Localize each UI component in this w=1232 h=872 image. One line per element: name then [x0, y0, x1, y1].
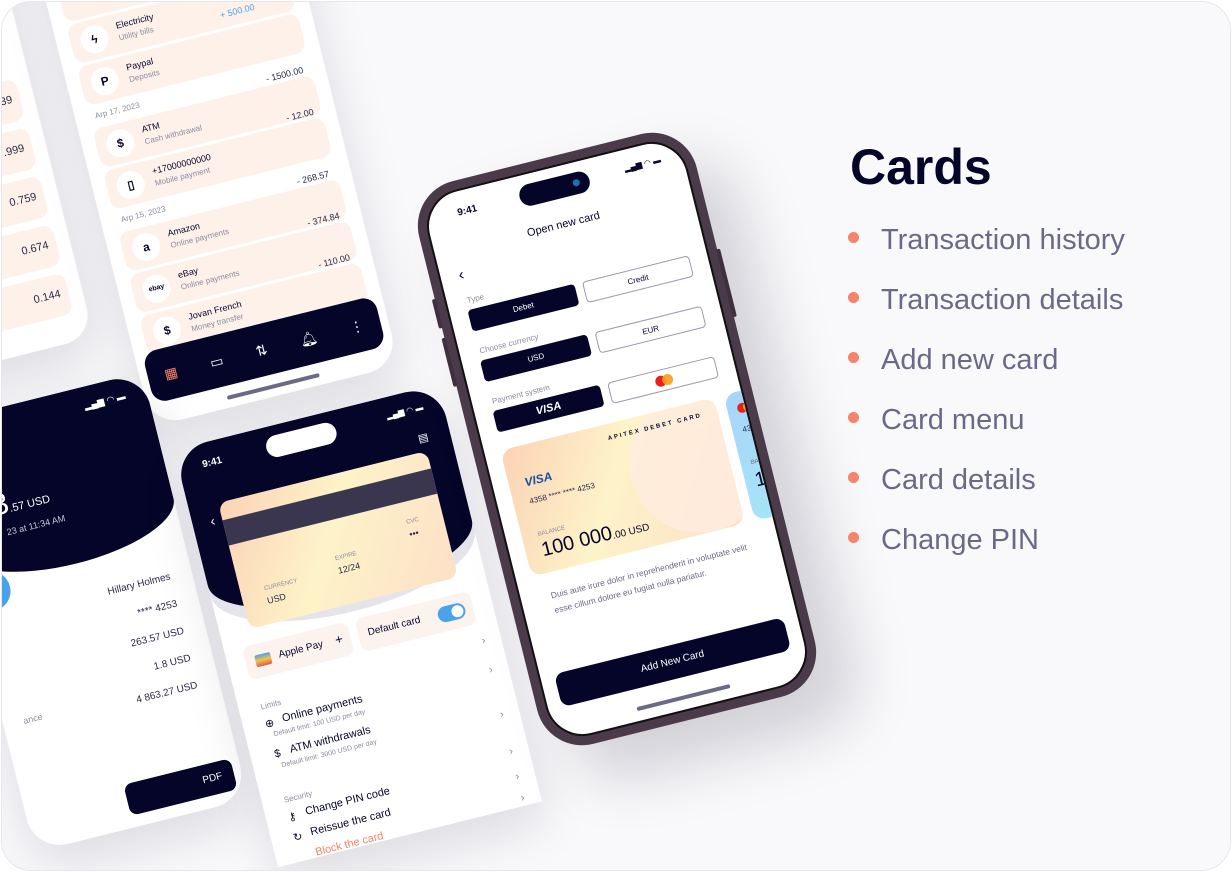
apple-pay-label: Apple Pay — [277, 638, 325, 661]
visa-logo: VISA — [523, 469, 554, 490]
balance: 4 863.27 USD — [135, 680, 199, 706]
chevron-right-icon: › — [514, 770, 521, 783]
rate-value: 39 — [1, 93, 14, 109]
card-balance: 100 000.00 USD — [539, 521, 651, 562]
card-balance: 10 — [752, 464, 780, 492]
bullet-icon — [848, 531, 859, 543]
add-new-card-button[interactable]: Add New Card — [554, 617, 792, 708]
phone-icon: ▯ — [113, 167, 148, 202]
date-header: Arp 15, 2023 — [119, 204, 167, 225]
chevron-right-icon: › — [487, 663, 495, 677]
feature-item: Transaction history — [848, 224, 1125, 257]
type-debet-button[interactable]: Debet — [467, 283, 580, 332]
dynamic-island — [516, 169, 593, 209]
item-amount: - 1500.00 — [264, 64, 305, 84]
bullet-icon — [848, 471, 859, 483]
balance-label: BALAN — [750, 455, 771, 467]
feature-item: Card menu — [848, 404, 1024, 437]
amazon-icon: a — [129, 230, 164, 265]
balance-label: ance — [22, 711, 44, 726]
security-label: Security — [282, 788, 314, 805]
globe-icon: ⊕ — [263, 717, 276, 731]
card-number: **** 4253 — [136, 598, 179, 620]
item-amount: + 500.00 — [218, 1, 256, 21]
currency-value: USD — [266, 591, 287, 606]
rate-value: 0.759 — [8, 190, 38, 210]
pdf-button[interactable]: PDF — [123, 758, 238, 816]
status-time: 9:41 — [456, 203, 479, 219]
more-icon[interactable]: ⋮ — [348, 317, 366, 337]
feature-item: Add new card — [848, 344, 1058, 377]
plus-icon: + — [333, 631, 345, 648]
apple-pay-button[interactable]: Apple Pay + — [241, 621, 355, 681]
wallet-icon — [254, 651, 273, 668]
expire-value: 12/24 — [336, 560, 362, 576]
cash-icon: $ — [103, 126, 138, 161]
bullet-icon — [848, 351, 859, 363]
bell-icon[interactable]: 🔔︎ — [298, 328, 319, 349]
check-icon: ✓ — [2, 566, 15, 616]
currency-eur-button[interactable]: EUR — [594, 305, 707, 354]
currency-label: CURRENCY — [263, 578, 299, 593]
item-amount: - 268.57 — [295, 168, 331, 187]
exchange-icon[interactable]: ⇅ — [254, 341, 269, 360]
rate-value: 0.674 — [20, 239, 50, 258]
status-icons: ▂▄▆ ◠ ▬ — [623, 155, 662, 174]
wallet-icon[interactable]: ▭ — [208, 352, 225, 372]
item-name: ATM — [140, 120, 161, 135]
dollar-icon: $ — [273, 747, 283, 761]
chevron-right-icon[interactable]: › — [480, 635, 486, 648]
chevron-right-icon: › — [507, 745, 515, 758]
rate-value: 0.144 — [32, 287, 63, 307]
fee: 1.8 USD — [152, 652, 193, 673]
key-icon: ⚷ — [287, 810, 298, 825]
feature-item: Transaction details — [848, 284, 1123, 317]
lightning-icon: ϟ — [77, 22, 112, 57]
bullet-icon — [848, 291, 859, 303]
ebay-icon: ebay — [139, 271, 174, 306]
home-indicator — [636, 684, 731, 712]
bullet-icon — [848, 411, 859, 423]
chevron-right-icon: › — [498, 708, 506, 721]
default-card-label: Default card — [366, 614, 422, 639]
showcase-canvas: 39 .999 0.759 0.674 0.144 ϟ Electricity Ut… — [1, 1, 1231, 871]
back-chevron-icon[interactable]: ‹ — [457, 266, 467, 285]
cvc-value: ••• — [408, 527, 420, 540]
date-header: Arp 17, 2023 — [93, 100, 141, 121]
type-label: Type — [465, 292, 485, 306]
default-card-toggle[interactable] — [436, 601, 468, 624]
cvc-label: CVC — [405, 516, 420, 526]
dollar-transfer-icon: $ — [150, 313, 185, 348]
feature-item: Card details — [848, 464, 1036, 497]
bullet-icon — [848, 231, 859, 243]
type-credit-button[interactable]: Credit — [581, 255, 694, 304]
recipient: Hillary Holmes — [106, 571, 172, 598]
payment-mastercard-button[interactable] — [607, 356, 720, 405]
card-number: 4358 — [741, 421, 761, 435]
refresh-icon: ↻ — [292, 830, 304, 845]
expire-label: EXPIRE — [334, 551, 358, 563]
limits-label: Limits — [259, 697, 283, 712]
chevron-right-icon: › — [519, 791, 526, 805]
sum: 263.57 USD — [129, 625, 186, 650]
feature-item: Change PIN — [848, 524, 1039, 557]
paypal-icon: P — [87, 64, 122, 99]
cards-icon[interactable]: ▦ — [162, 363, 179, 383]
section-heading: Cards — [850, 139, 992, 195]
page-title: Open new card — [525, 209, 602, 240]
rate-value: .999 — [2, 142, 26, 160]
